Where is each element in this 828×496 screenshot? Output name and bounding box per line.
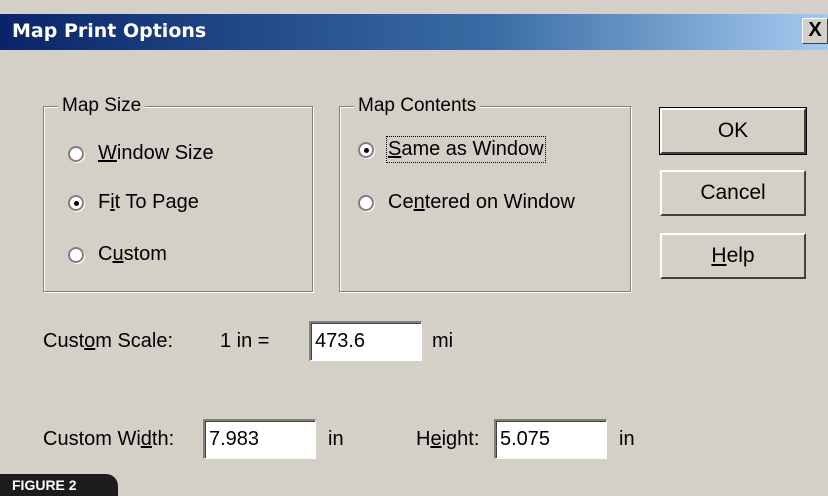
radio-label: Fit To Page	[98, 191, 199, 213]
radio-label: Window Size	[98, 142, 214, 164]
scale-unit-label: mi	[432, 330, 454, 352]
radio-indicator[interactable]	[68, 194, 84, 211]
title-bar[interactable]: Map Print Options X	[0, 14, 828, 50]
radio-indicator[interactable]	[358, 141, 374, 158]
radio-window-size[interactable]: Window Size	[68, 142, 214, 165]
radio-fit-to-page[interactable]: Fit To Page	[68, 191, 199, 214]
radio-same-as-window[interactable]: Same as Window	[358, 136, 546, 163]
radio-centered-on-window[interactable]: Centered on Window	[358, 191, 575, 214]
radio-indicator[interactable]	[358, 194, 374, 211]
radio-label: Centered on Window	[388, 191, 575, 213]
cancel-button[interactable]: Cancel	[660, 170, 806, 216]
radio-label: Custom	[98, 243, 167, 265]
custom-scale-input[interactable]: 473.6	[309, 321, 422, 361]
scale-prefix-label: 1 in =	[220, 330, 270, 352]
window-title: Map Print Options	[12, 20, 207, 42]
height-unit-label: in	[619, 428, 635, 450]
figure-caption-tab: FIGURE 2	[0, 474, 118, 496]
height-label: Height:	[416, 428, 480, 450]
radio-indicator[interactable]	[68, 145, 84, 162]
custom-width-input[interactable]: 7.983	[203, 419, 316, 459]
radio-indicator[interactable]	[68, 246, 84, 263]
radio-label: Same as Window	[386, 136, 546, 163]
close-button[interactable]: X	[802, 18, 828, 44]
map-size-legend: Map Size	[58, 95, 146, 117]
custom-scale-label: Custom Scale:	[43, 330, 174, 352]
custom-width-label: Custom Width:	[43, 428, 175, 450]
radio-custom[interactable]: Custom	[68, 243, 167, 266]
ok-button[interactable]: OK	[659, 107, 807, 155]
map-print-options-dialog: Map Print Options X Map Size Window Size…	[0, 0, 828, 496]
height-input[interactable]: 5.075	[494, 419, 607, 459]
map-contents-legend: Map Contents	[354, 95, 481, 117]
help-button[interactable]: Help	[660, 233, 806, 279]
width-unit-label: in	[328, 428, 344, 450]
